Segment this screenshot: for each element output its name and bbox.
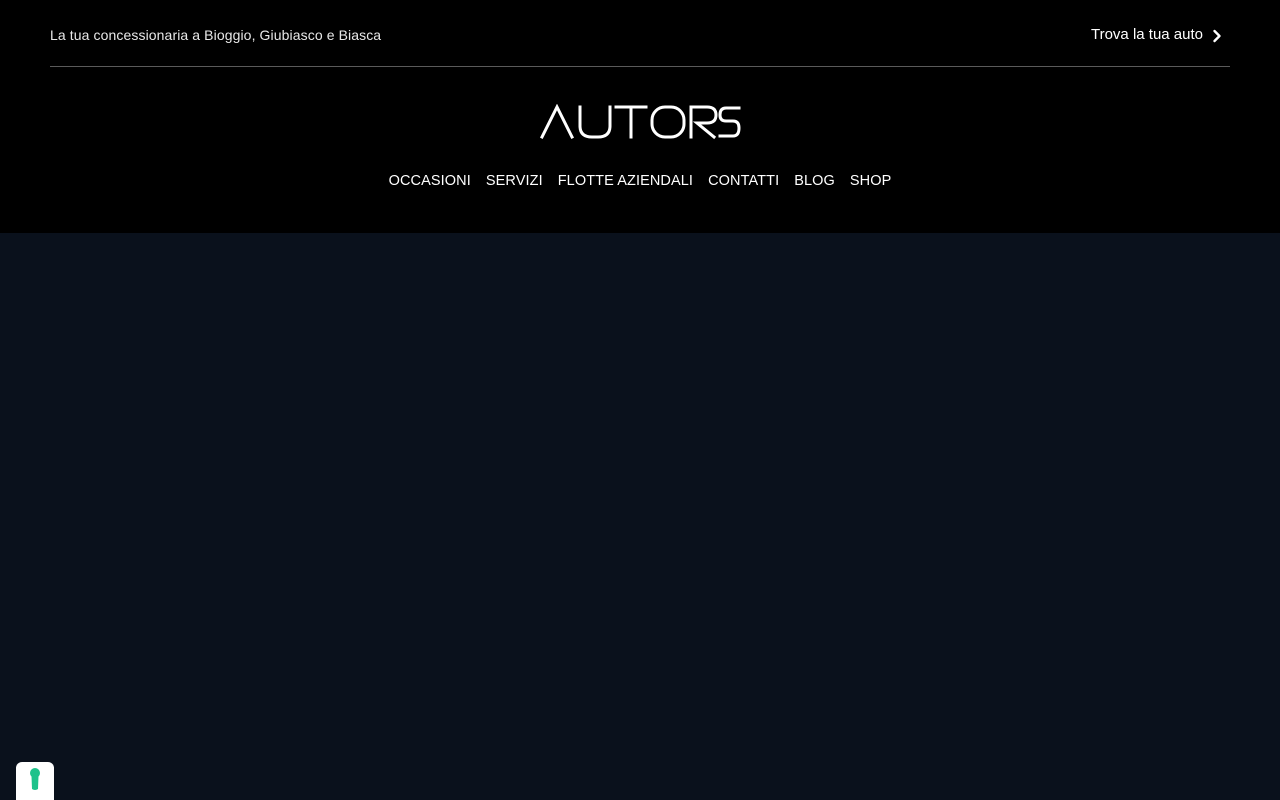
autors-logo[interactable] xyxy=(539,103,741,140)
nav-item-occasioni[interactable]: OCCASIONI xyxy=(381,173,478,189)
main-navigation: OCCASIONI SERVIZI FLOTTE AZIENDALI CONTA… xyxy=(0,173,1280,189)
nav-item-shop[interactable]: SHOP xyxy=(842,173,899,189)
nav-item-blog[interactable]: BLOG xyxy=(787,173,843,189)
find-car-link[interactable]: Trova la tua auto xyxy=(1091,26,1222,43)
autors-logo-graphic xyxy=(539,103,741,140)
cookie-consent-button[interactable] xyxy=(16,762,54,800)
tagline: La tua concessionaria a Bioggio, Giubias… xyxy=(50,27,382,43)
keyhole-icon xyxy=(28,767,42,796)
site-header: La tua concessionaria a Bioggio, Giubias… xyxy=(0,0,1280,233)
nav-item-servizi[interactable]: SERVIZI xyxy=(478,173,550,189)
find-car-label: Trova la tua auto xyxy=(1090,26,1203,43)
nav-item-flotte-aziendali[interactable]: FLOTTE AZIENDALI xyxy=(550,173,700,189)
hero-section xyxy=(0,233,1280,800)
top-bar: La tua concessionaria a Bioggio, Giubias… xyxy=(50,0,1230,67)
chevron-right-icon xyxy=(1212,29,1222,43)
nav-item-contatti[interactable]: CONTATTI xyxy=(701,173,787,189)
